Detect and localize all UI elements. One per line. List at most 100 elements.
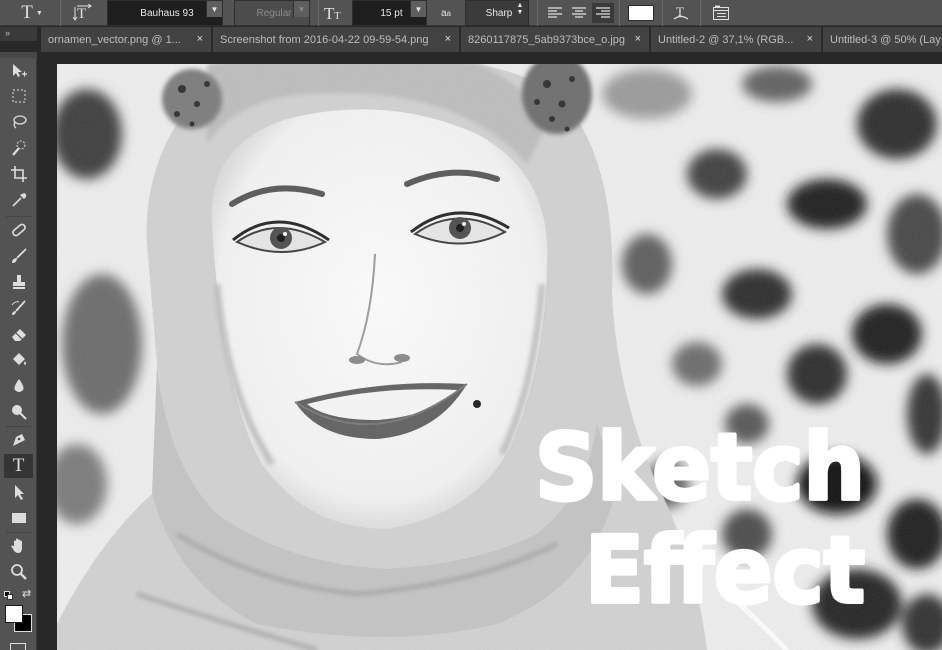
toggle-text-orientation-button[interactable]: T: [72, 0, 94, 26]
character-panel-button[interactable]: [710, 0, 732, 26]
zoom-tool-icon: [10, 564, 27, 580]
tab-label: Screenshot from 2016-04-22 09-59-54.png: [220, 33, 429, 46]
sketch-photo: Sketch Effect: [57, 64, 942, 650]
type-tool-icon: T: [21, 2, 33, 23]
history-brush-tool-icon: [11, 300, 26, 315]
align-left-button[interactable]: [545, 0, 565, 26]
default-colors-icon[interactable]: [4, 591, 13, 600]
antialias-value: Sharp: [485, 7, 513, 19]
document-tab[interactable]: Untitled-2 @ 37,1% (RGB... ×: [651, 27, 822, 52]
warp-text-icon: T: [673, 4, 689, 20]
font-size-value: 15 pt: [380, 7, 403, 19]
tools-panel-header: [0, 52, 37, 58]
quick-selection-tool-icon: [11, 140, 25, 156]
healing-brush-tool[interactable]: [4, 218, 33, 242]
eraser-tool-icon: [11, 329, 26, 341]
clone-stamp-tool[interactable]: [4, 270, 33, 294]
align-center-icon: [572, 7, 586, 18]
hand-tool-icon: [10, 538, 22, 553]
eyedropper-tool-icon: [11, 193, 26, 207]
character-panel-icon: [713, 5, 729, 20]
font-size-icon: T T: [323, 0, 345, 26]
path-selection-tool[interactable]: [4, 480, 33, 504]
quick-mask-icon[interactable]: [10, 643, 26, 650]
close-icon[interactable]: ×: [445, 33, 451, 45]
lasso-tool[interactable]: [4, 110, 33, 134]
dodge-tool-icon: [11, 405, 27, 420]
tool-preset-picker[interactable]: T ▼: [20, 0, 44, 26]
align-center-button[interactable]: [569, 0, 589, 26]
warp-text-button[interactable]: T: [670, 0, 692, 26]
tools-collapse-button[interactable]: »: [0, 27, 37, 41]
document-tabs: » ornamen_vector.png @ 1... × Screenshot…: [0, 27, 942, 52]
tab-label: Untitled-2 @ 37,1% (RGB...: [658, 33, 794, 46]
document-tab[interactable]: ornamen_vector.png @ 1... ×: [41, 27, 212, 52]
chevron-down-icon: ▼: [293, 1, 309, 17]
lasso-tool-icon: [12, 115, 27, 129]
crop-tool-icon: [10, 166, 27, 182]
close-icon[interactable]: ×: [197, 33, 203, 45]
document-tab[interactable]: Screenshot from 2016-04-22 09-59-54.png …: [213, 27, 460, 52]
history-brush-tool[interactable]: [4, 296, 33, 320]
quick-selection-tool[interactable]: [4, 136, 33, 160]
marquee-tool[interactable]: [4, 84, 33, 108]
antialias-icon: aa: [440, 7, 451, 19]
svg-text:T: T: [77, 6, 86, 22]
chevron-down-icon: ▼: [35, 9, 43, 17]
zoom-tool[interactable]: [4, 560, 33, 584]
font-size-select[interactable]: 15 pt ▼: [352, 0, 427, 26]
eraser-tool[interactable]: [4, 322, 33, 346]
canvas-text-line2[interactable]: Effect: [583, 515, 867, 626]
blur-tool-icon: [14, 379, 23, 392]
healing-brush-tool-icon: [11, 223, 26, 237]
text-color-box: [628, 5, 654, 21]
brush-tool[interactable]: [4, 244, 33, 268]
type-tool-icon: T: [12, 455, 25, 476]
align-right-icon: [596, 7, 610, 18]
eyedropper-tool[interactable]: [4, 188, 33, 212]
canvas-workspace[interactable]: Sketch Effect: [38, 52, 942, 650]
antialias-select[interactable]: Sharp ▲ ▼: [465, 0, 529, 26]
pen-tool[interactable]: [4, 428, 33, 452]
align-left-icon: [548, 7, 562, 18]
align-right-button[interactable]: [592, 3, 614, 23]
rectangle-tool-icon: [11, 513, 26, 523]
chevron-down-icon: ▼: [206, 1, 222, 17]
font-family-select[interactable]: Bauhaus 93 ▼: [107, 0, 223, 26]
swap-colors-icon[interactable]: ⇄: [22, 587, 31, 600]
tab-label: Untitled-3 @ 50% (Lay: [830, 33, 941, 46]
tab-label: ornamen_vector.png @ 1...: [48, 33, 181, 46]
paint-bucket-tool[interactable]: [4, 348, 33, 372]
tools-panel: T ⇄: [0, 52, 37, 650]
brush-tool-icon: [11, 248, 27, 263]
chevron-updown-icon: ▲ ▼: [512, 1, 528, 17]
blur-tool[interactable]: [4, 374, 33, 398]
font-style-select[interactable]: Regular ▼: [234, 0, 310, 26]
clone-stamp-tool-icon: [12, 275, 25, 289]
chevron-down-icon: ▼: [410, 1, 426, 17]
type-tool[interactable]: T: [4, 454, 33, 478]
document-tab[interactable]: Untitled-3 @ 50% (Lay: [823, 27, 942, 52]
move-tool[interactable]: [4, 59, 33, 83]
text-color-swatch[interactable]: [627, 0, 655, 26]
document-canvas[interactable]: Sketch Effect: [57, 64, 942, 650]
close-icon[interactable]: ×: [807, 33, 813, 45]
options-bar: T ▼ T Bauhaus 93 ▼ Regular ▼ T T 15 pt ▼…: [0, 0, 942, 26]
marquee-tool-icon: [12, 89, 25, 103]
close-icon[interactable]: ×: [635, 33, 641, 45]
font-family-value: Bauhaus 93: [140, 7, 194, 19]
text-orientation-icon: T: [73, 4, 92, 22]
tab-label: 8260117875_5ab9373bce_o.jpg: [468, 33, 626, 46]
hand-tool[interactable]: [4, 534, 33, 558]
dodge-tool[interactable]: [4, 400, 33, 424]
canvas-text-line1[interactable]: Sketch: [533, 412, 867, 523]
rectangle-tool[interactable]: [4, 506, 33, 530]
font-style-value: Regular: [256, 7, 292, 19]
svg-text:T: T: [334, 10, 341, 22]
pen-tool-icon: [12, 434, 25, 446]
foreground-color-swatch[interactable]: [5, 605, 23, 623]
document-tab[interactable]: 8260117875_5ab9373bce_o.jpg ×: [461, 27, 650, 52]
move-tool-icon: [12, 64, 27, 77]
path-selection-tool-icon: [14, 485, 24, 500]
crop-tool[interactable]: [4, 162, 33, 186]
